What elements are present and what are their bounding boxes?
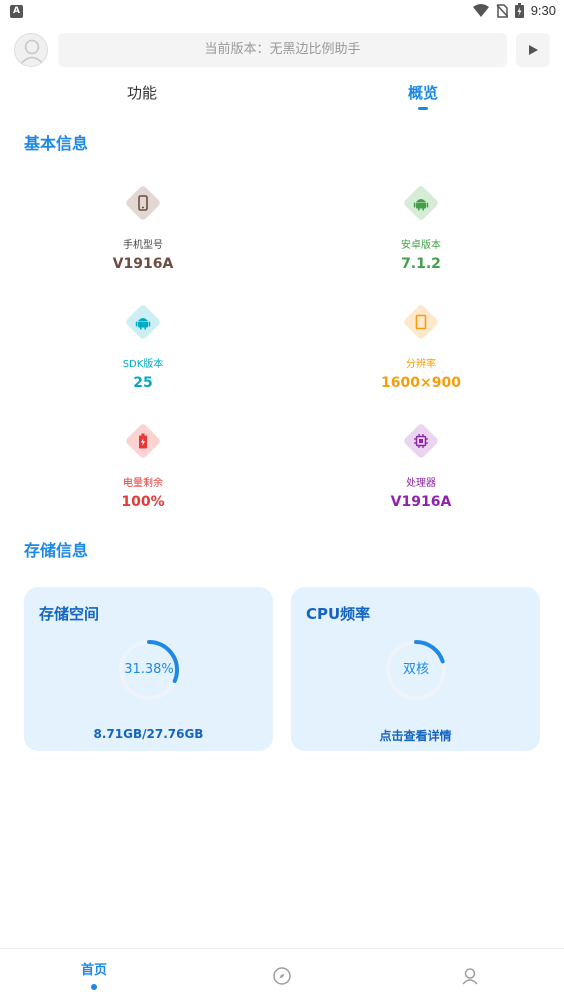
- tab-indicator: [418, 107, 428, 110]
- bottom-navigation: 首页: [0, 948, 564, 1002]
- compass-icon: [273, 967, 291, 985]
- nav-explore[interactable]: [222, 949, 342, 1002]
- storage-percent: 31.38%: [124, 662, 174, 677]
- battery-icon: [124, 422, 162, 460]
- tab-overview[interactable]: 概览: [373, 82, 473, 103]
- info-item-battery[interactable]: 电量剩余 100%: [53, 422, 233, 510]
- nav-home[interactable]: 首页: [34, 949, 154, 1002]
- notification-a-icon: A: [10, 5, 23, 18]
- info-value: V1916A: [112, 256, 174, 272]
- info-value: 100%: [121, 494, 165, 510]
- info-label: SDK版本: [122, 359, 164, 370]
- status-icons: 9:30: [472, 3, 556, 18]
- no-sim-icon: [496, 3, 508, 18]
- info-item-sdk-version[interactable]: SDK版本 25: [53, 303, 233, 391]
- version-banner[interactable]: 当前版本：无黑边比例助手: [58, 33, 507, 67]
- status-bar: A 9:30: [0, 0, 564, 24]
- android-icon: [124, 303, 162, 341]
- info-item-android-version[interactable]: 安卓版本 7.1.2: [331, 184, 511, 272]
- wifi-icon: [472, 3, 489, 17]
- storage-progress-ring: 31.38%: [118, 639, 180, 701]
- cpu-icon: [402, 422, 440, 460]
- nav-active-dot: [91, 983, 97, 990]
- nav-profile[interactable]: [410, 949, 530, 1002]
- app-header: 当前版本：无黑边比例助手: [0, 30, 564, 70]
- top-tabs: 功能 概览: [0, 82, 564, 114]
- user-avatar-icon: [19, 39, 45, 66]
- phone-icon: [124, 184, 162, 222]
- storage-space-card[interactable]: 存储空间 31.38% 8.71GB/27.76GB: [24, 587, 273, 751]
- cpu-cores: 双核: [402, 662, 429, 677]
- info-value: 1600×900: [381, 375, 461, 391]
- info-label: 分辨率: [406, 359, 436, 370]
- tab-function[interactable]: 功能: [92, 82, 192, 103]
- storage-usage: 8.71GB/27.76GB: [93, 727, 204, 741]
- info-item-processor[interactable]: 处理器 V1916A: [331, 422, 511, 510]
- section-title-storage-info: 存储信息: [24, 541, 89, 560]
- section-title-basic-info: 基本信息: [24, 134, 89, 153]
- profile-icon: [462, 968, 478, 985]
- clock: 9:30: [530, 3, 556, 18]
- info-label: 手机型号: [123, 240, 163, 251]
- info-label: 处理器: [406, 478, 436, 489]
- cpu-progress-ring: 双核: [385, 639, 447, 701]
- play-button[interactable]: [516, 33, 550, 67]
- card-title: 存储空间: [39, 605, 100, 623]
- battery-status-icon: [514, 3, 524, 18]
- card-title: CPU频率: [306, 605, 371, 623]
- info-value: 25: [133, 375, 153, 391]
- info-label: 安卓版本: [401, 240, 441, 251]
- cpu-detail-link[interactable]: 点击查看详情: [291, 727, 540, 744]
- info-item-phone-model[interactable]: 手机型号 V1916A: [53, 184, 233, 272]
- play-icon: [529, 45, 538, 55]
- info-label: 电量剩余: [123, 478, 163, 489]
- info-value: V1916A: [390, 494, 452, 510]
- avatar[interactable]: [14, 33, 48, 67]
- screen-icon: [402, 303, 440, 341]
- cpu-frequency-card[interactable]: CPU频率 双核 点击查看详情: [291, 587, 540, 751]
- android-icon: [402, 184, 440, 222]
- info-value: 7.1.2: [401, 256, 441, 272]
- nav-home-label: 首页: [80, 962, 107, 978]
- info-item-resolution[interactable]: 分辨率 1600×900: [331, 303, 511, 391]
